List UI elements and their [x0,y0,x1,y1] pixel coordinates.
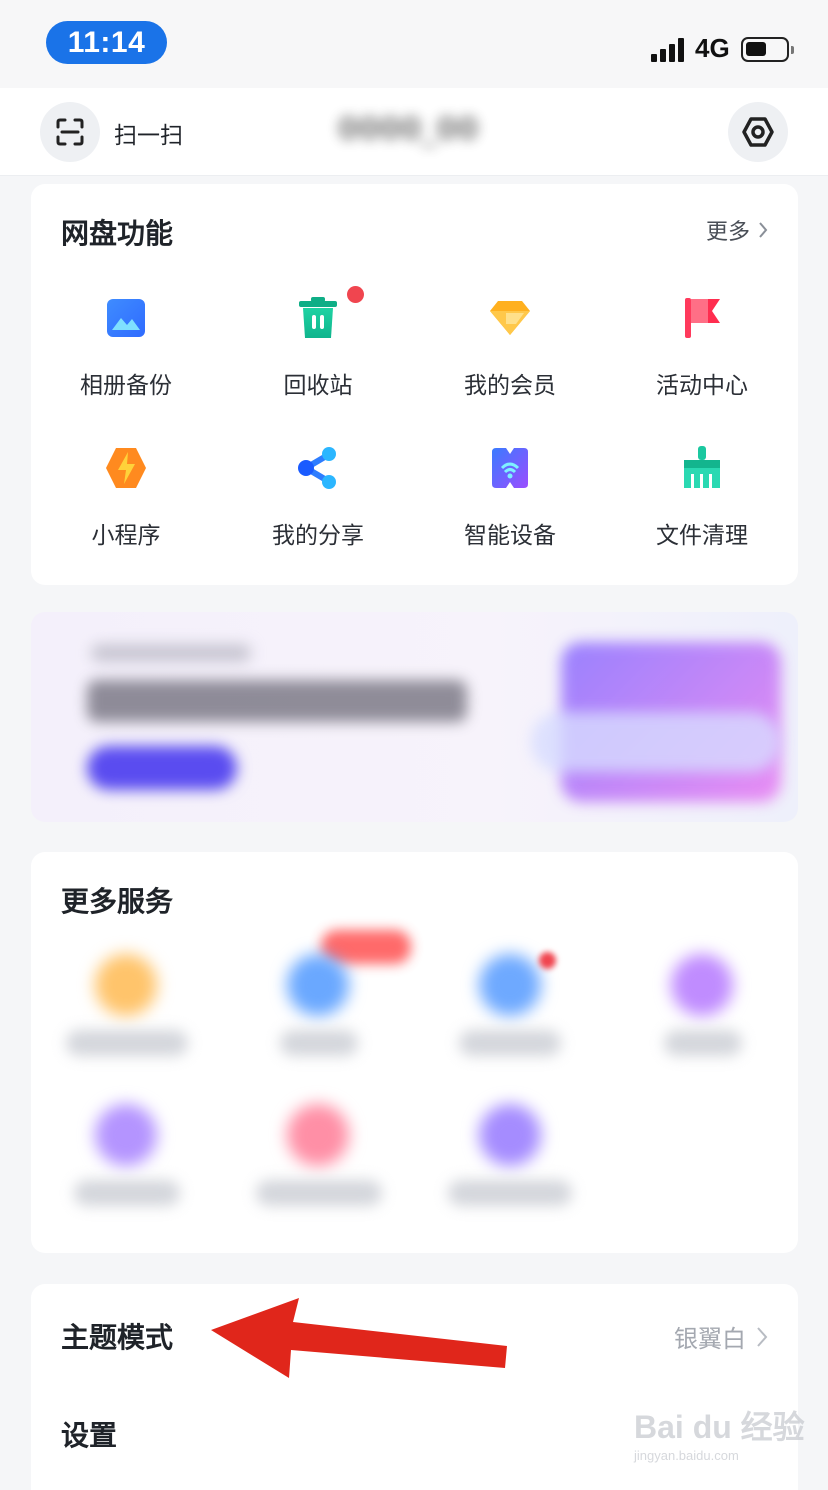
service-icon[interactable] [479,1104,541,1166]
service-icon[interactable] [479,954,541,1016]
smart-device-icon [486,444,534,492]
scan-button[interactable] [40,102,100,162]
network-type: 4G [695,33,730,63]
more-services-card: 更多服务 [31,852,798,1253]
feature-mini-program[interactable]: 小程序 [51,444,201,550]
promo-banner[interactable] [31,612,798,822]
feature-activity-center[interactable]: 活动中心 [627,294,777,400]
scan-label[interactable]: 扫一扫 [114,116,183,150]
vip-diamond-icon [486,294,534,342]
service-label [74,1180,180,1206]
gear-icon [742,117,774,147]
feature-recycle-bin[interactable]: 回收站 [243,286,393,400]
more-link[interactable]: 更多 [706,214,768,246]
feature-smart-device[interactable]: 智能设备 [435,444,585,550]
photo-album-icon [102,294,150,342]
feature-file-cleanup[interactable]: 文件清理 [627,444,777,550]
mini-program-icon [102,444,150,492]
settings-button[interactable] [728,102,788,162]
service-icon[interactable] [671,954,733,1016]
feature-label: 我的会员 [464,373,556,399]
broom-icon [678,444,726,492]
service-label [66,1030,188,1056]
cellular-signal-icon [651,36,687,62]
feature-label: 相册备份 [80,373,172,399]
watermark-brand: Bai du 经验 [634,1409,805,1445]
chevron-right-icon [757,1326,768,1347]
trash-bin-icon [294,294,342,342]
feature-label: 小程序 [91,523,161,549]
top-header: 扫一扫 0000_00 [0,88,828,176]
service-icon[interactable] [95,1104,157,1166]
service-label [459,1030,561,1056]
feature-label: 智能设备 [464,523,556,549]
service-icon[interactable] [95,954,157,1016]
theme-mode-value-wrap: 银翼白 [674,1319,768,1354]
service-icon[interactable] [287,954,349,1016]
settings-label: 设置 [61,1419,118,1452]
features-card: 网盘功能 更多 相册备份 回收站 我的会员 活动中心 小程序 我的分享 智能设备… [31,184,798,585]
service-label [256,1180,382,1206]
battery-icon [741,37,794,62]
share-icon [294,444,342,492]
feature-my-vip[interactable]: 我的会员 [435,294,585,400]
service-label [664,1030,742,1056]
service-label [448,1180,572,1206]
watermark-url: jingyan.baidu.com [634,1448,739,1463]
status-bar: 11:14 4G [0,0,828,88]
status-time: 11:14 [46,21,167,64]
chevron-right-icon [759,222,768,238]
service-label [280,1030,358,1056]
notification-dot [347,286,364,303]
username: 0000_00 [338,112,479,147]
services-title: 更多服务 [61,885,174,918]
watermark: Bai du 经验 jingyan.baidu.com [634,1402,805,1463]
flag-icon [678,294,726,342]
feature-label: 我的分享 [272,523,364,549]
feature-my-share[interactable]: 我的分享 [243,444,393,550]
feature-label: 文件清理 [656,523,748,549]
feature-photo-backup[interactable]: 相册备份 [51,294,201,400]
annotation-arrow-icon [211,1298,507,1378]
feature-label: 活动中心 [656,373,748,399]
more-label: 更多 [705,220,750,245]
theme-mode-value: 银翼白 [674,1325,746,1353]
service-icon[interactable] [287,1104,349,1166]
theme-mode-label: 主题模式 [61,1321,174,1354]
scan-icon [56,118,84,146]
features-title: 网盘功能 [61,217,174,250]
feature-label: 回收站 [283,373,353,399]
notification-dot [539,952,556,969]
